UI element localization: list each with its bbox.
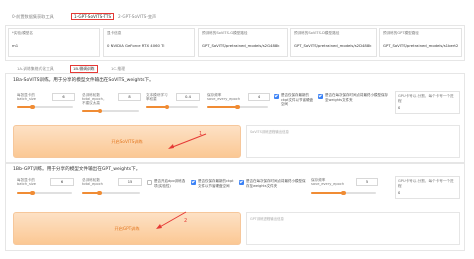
sovits-lr-input[interactable]: 0.4	[176, 93, 200, 101]
gpu-info-input[interactable]: 0 NVIDIA GeForce RTX 4060 Ti	[107, 43, 191, 48]
gpt-epoch-input[interactable]: 15	[118, 178, 142, 186]
sovits-lr-label: 文本模块学习 率权重	[146, 93, 168, 102]
sovits-batch-slider[interactable]	[17, 104, 73, 109]
gpt-output-label: GPT训练进程输出信息	[250, 217, 284, 221]
slider-knob[interactable]	[30, 104, 35, 109]
gpt-save-latest-checkbox[interactable]	[191, 180, 196, 185]
gpt-epoch-slider[interactable]	[82, 190, 140, 195]
sovits-save-latest-checkbox[interactable]	[274, 94, 279, 99]
sovits-gpu-input[interactable]: 0	[398, 105, 400, 110]
pretrained-sovits-g-label: 预训练的SoVITS-G模型路径	[202, 31, 248, 35]
sovits-save-weights-checkbox[interactable]	[318, 94, 323, 99]
gpt-gpu-input[interactable]: 0	[398, 190, 400, 195]
sovits-batch-input[interactable]: 6	[52, 93, 75, 101]
gpt-dpo-text: 是否开启dpo训练选项(实验性)	[154, 179, 186, 188]
gpt-batch-slider[interactable]	[17, 190, 72, 195]
slider-knob[interactable]	[97, 190, 102, 195]
tab-dataset-format[interactable]: 1A-训练集格式化工具	[17, 66, 54, 72]
pretrained-gpt-field[interactable]: 预训练的GPT模型路径 GPT_SoVITS/pretrained_models…	[379, 28, 462, 57]
sovits-lr-slider[interactable]	[146, 104, 198, 109]
sovits-epoch-input[interactable]: 8	[118, 93, 141, 101]
sovits-save-label: 保存频率 save_every_epoch	[207, 93, 241, 102]
gpt-output-box: GPT训练进程输出信息	[246, 212, 460, 245]
slider-fill	[146, 106, 167, 108]
tab-tts[interactable]: 1-GPT-SoVITS-TTS	[71, 13, 115, 20]
gpt-epoch-label: 总训练轮数 total_epoch	[82, 178, 103, 187]
slider-knob[interactable]	[30, 190, 35, 195]
gpt-save-latest-text: 是否仅保存最新的ckpt文件以节省硬盘空间	[198, 179, 234, 188]
sovits-section-title: 1Ba-SoVITS训练。用于分享的模型文件输出在SoVITS_weights下…	[13, 78, 154, 83]
annotation-label-2: 2	[184, 218, 188, 224]
gpt-gpu-field[interactable]: GPU卡号以-分割，每个卡号一个进程 0	[395, 176, 460, 199]
gpt-save-slider[interactable]	[311, 190, 376, 195]
annotation-arrow-1-icon	[168, 133, 207, 149]
gpt-batch-label: 每张显卡的 batch_size	[17, 178, 36, 187]
model-name-input[interactable]: m1	[12, 43, 96, 48]
pretrained-sovits-d-label: 预训练的SoVITS-D模型路径	[294, 31, 340, 35]
gpu-info-label: 显卡信息	[107, 31, 122, 35]
tab-voice-change[interactable]: 2-GPT-SoVITS-变声	[118, 14, 156, 20]
slider-knob[interactable]	[164, 104, 169, 109]
sovits-epoch-slider[interactable]	[82, 108, 139, 113]
gpt-section-title: 1Bb-GPT训练。用于分享的模型文件输出在GPT_weights下。	[13, 167, 141, 172]
pretrained-sovits-d-field[interactable]: 预训练的SoVITS-D模型路径 GPT_SoVITS/pretrained_m…	[290, 28, 377, 57]
pretrained-gpt-label: 预训练的GPT模型路径	[383, 31, 419, 35]
gpt-save-input[interactable]: 5	[356, 178, 378, 186]
gpt-dpo-checkbox[interactable]	[147, 180, 152, 185]
slider-fill	[311, 192, 344, 194]
start-gpt-training-button[interactable]: 开启GPT训练	[13, 212, 241, 245]
sovits-save-latest-text: 是否仅保存最新的ckpt文件以节省硬盘空间	[281, 93, 314, 107]
tab-inference[interactable]: 1C-推理	[111, 66, 125, 72]
sovits-batch-label: 每张显卡的 batch_size	[17, 93, 36, 102]
gpt-save-weights-checkbox[interactable]	[239, 180, 244, 185]
tab-finetune[interactable]: 1B-微调训练	[70, 65, 98, 73]
slider-fill	[207, 106, 238, 108]
sovits-save-weights-text: 是否在每次保存时间点将最终小模型保存至weights文件夹	[325, 93, 388, 102]
gpt-batch-input[interactable]: 6	[50, 178, 74, 186]
gpt-save-label: 保存频率 save_every_epoch	[311, 178, 345, 187]
sovits-save-input[interactable]: 4	[248, 93, 270, 101]
gpu-info-field[interactable]: 显卡信息 0 NVIDIA GeForce RTX 4060 Ti	[103, 28, 195, 57]
pretrained-sovits-d-input[interactable]: GPT_SoVITS/pretrained_models/s2D488k	[294, 43, 373, 48]
pretrained-sovits-g-field[interactable]: 预训练的SoVITS-G模型路径 GPT_SoVITS/pretrained_m…	[198, 28, 288, 57]
sovits-epoch-label: 总训练轮数 total_epoch， 不建议太高	[82, 93, 107, 106]
tab-dataset-tools[interactable]: 0-前置数据集获取工具	[12, 14, 54, 20]
model-name-field[interactable]: *实验/模型名 m1	[8, 28, 100, 57]
pretrained-gpt-input[interactable]: GPT_SoVITS/pretrained_models/s1bert2	[383, 43, 458, 48]
annotation-label-1: 1	[199, 131, 203, 137]
pretrained-sovits-g-input[interactable]: GPT_SoVITS/pretrained_models/s2G488k	[202, 43, 284, 48]
sovits-output-label: SoVITS训练进程输出信息	[250, 130, 289, 134]
gpt-gpu-hint: GPU卡号以-分割，每个卡号一个进程	[398, 179, 454, 188]
slider-knob[interactable]	[341, 190, 346, 195]
model-name-label: *实验/模型名	[12, 31, 33, 35]
sovits-save-slider[interactable]	[207, 104, 268, 109]
gpt-save-weights-text: 是否在每次保存时间点将最终小模型保存至weights文件夹	[246, 179, 306, 188]
slider-knob[interactable]	[235, 104, 240, 109]
sovits-output-box: SoVITS训练进程输出信息	[246, 125, 460, 158]
sovits-gpu-field[interactable]: GPU卡号以-分割，每个卡号一个进程 0	[395, 91, 460, 114]
sovits-gpu-hint: GPU卡号以-分割，每个卡号一个进程	[398, 94, 454, 103]
